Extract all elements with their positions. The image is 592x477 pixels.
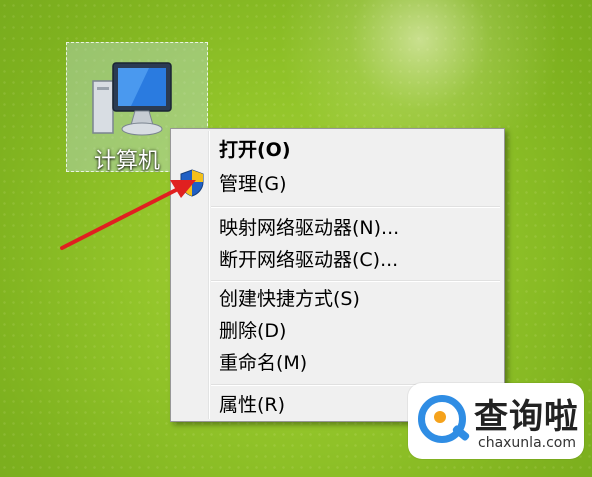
menu-item-open[interactable]: 打开(O) (219, 135, 291, 165)
uac-shield-icon (180, 169, 204, 197)
menu-icon-gutter (208, 131, 210, 419)
watermark-logo: 查询啦 chaxunla.com (408, 383, 584, 459)
context-menu: 打开(O) 管理(G) 映射网络驱动器(N)... 断开网络驱动器(C)... … (170, 128, 505, 422)
menu-item-map-network-drive[interactable]: 映射网络驱动器(N)... (219, 213, 399, 243)
menu-separator (211, 280, 500, 282)
watermark-title: 查询啦 (474, 397, 579, 437)
menu-item-create-shortcut[interactable]: 创建快捷方式(S) (219, 284, 360, 314)
menu-item-rename[interactable]: 重命名(M) (219, 348, 307, 378)
menu-item-disconnect-network-drive[interactable]: 断开网络驱动器(C)... (219, 245, 398, 275)
watermark-dot-icon (434, 411, 446, 423)
desktop-icon-label: 计算机 (93, 149, 160, 174)
menu-separator (211, 206, 500, 208)
menu-item-properties[interactable]: 属性(R) (219, 390, 285, 420)
menu-item-manage[interactable]: 管理(G) (219, 169, 287, 199)
watermark-url: chaxunla.com (478, 435, 576, 451)
computer-icon (92, 62, 172, 136)
menu-item-delete[interactable]: 删除(D) (219, 316, 286, 346)
